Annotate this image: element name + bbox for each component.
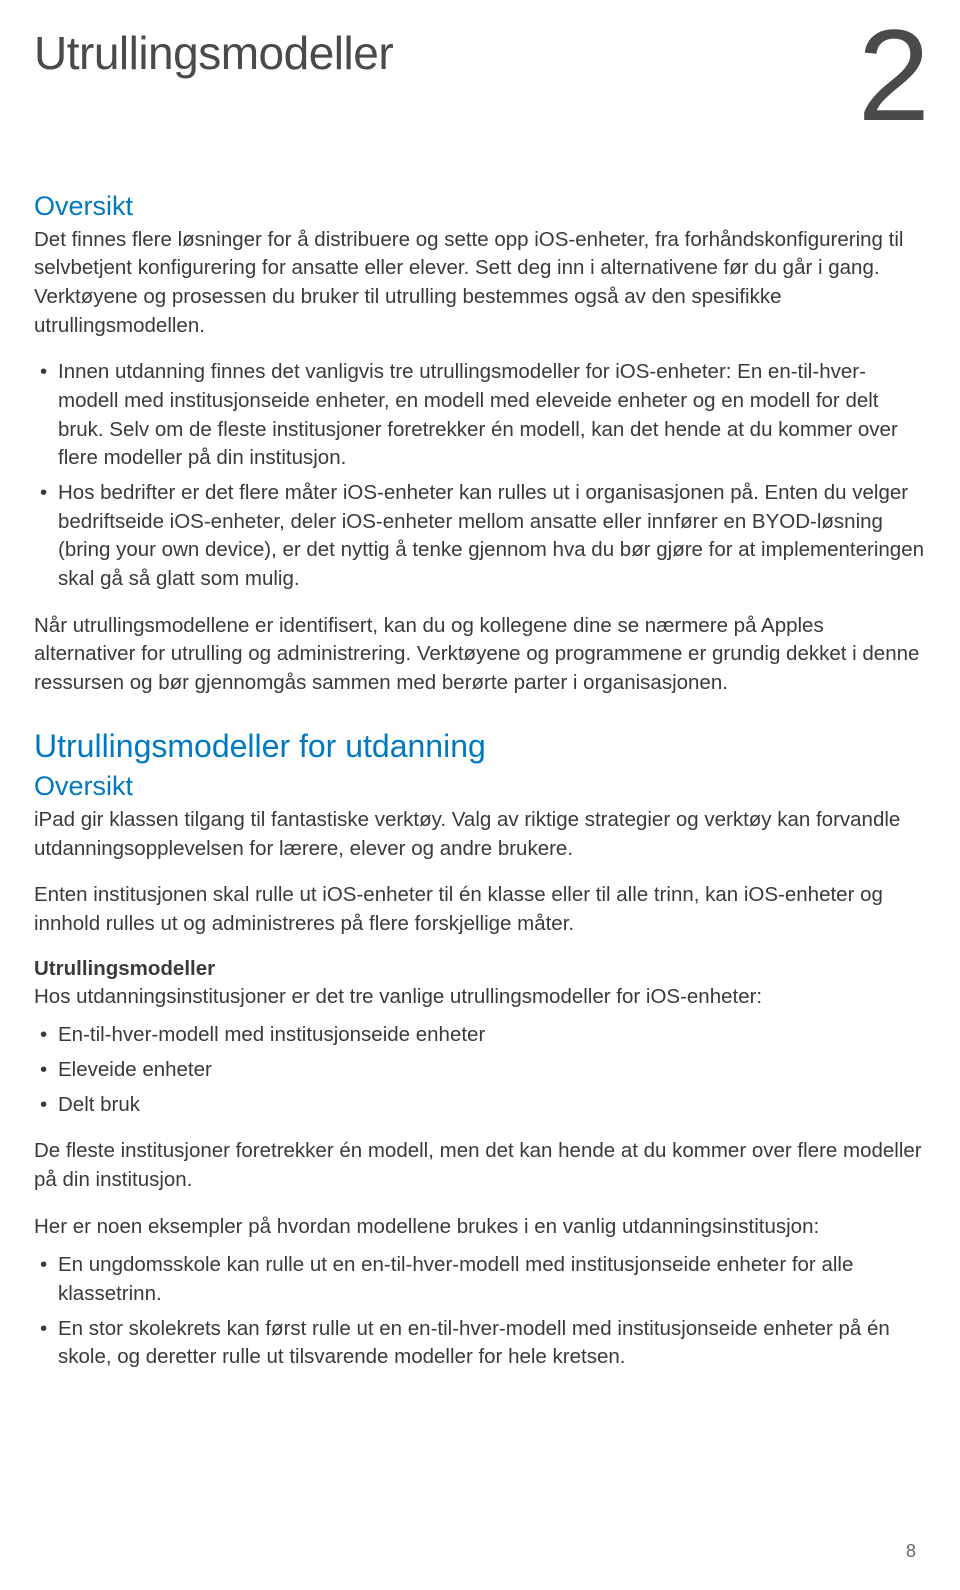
paragraph: De fleste institusjoner foretrekker én m…: [34, 1137, 926, 1194]
chapter-header: Utrullingsmodeller 2: [34, 20, 926, 131]
paragraph: iPad gir klassen tilgang til fantastiske…: [34, 806, 926, 863]
list-item: Delt bruk: [34, 1091, 926, 1120]
list-item: Innen utdanning finnes det vanligvis tre…: [34, 358, 926, 473]
list-item: Eleveide enheter: [34, 1056, 926, 1085]
page-number: 8: [906, 1541, 916, 1562]
list-item: En ungdomsskole kan rulle ut en en-til-h…: [34, 1251, 926, 1308]
chapter-title: Utrullingsmodeller: [34, 20, 393, 80]
paragraph: Når utrullingsmodellene er identifisert,…: [34, 612, 926, 698]
bullet-list-models: En-til-hver-modell med institusjonseide …: [34, 1021, 926, 1119]
section-subheading-oversikt: Oversikt: [34, 771, 926, 802]
list-item: Hos bedrifter er det flere måter iOS-enh…: [34, 479, 926, 594]
bullet-list-oversikt: Innen utdanning finnes det vanligvis tre…: [34, 358, 926, 594]
bullet-list-examples: En ungdomsskole kan rulle ut en en-til-h…: [34, 1251, 926, 1372]
list-item: En stor skolekrets kan først rulle ut en…: [34, 1315, 926, 1372]
subheading-utrullingsmodeller: Utrullingsmodeller: [34, 957, 926, 981]
section-heading-oversikt: Oversikt: [34, 191, 926, 222]
chapter-number: 2: [858, 20, 926, 131]
paragraph: Her er noen eksempler på hvordan modelle…: [34, 1213, 926, 1242]
list-item: En-til-hver-modell med institusjonseide …: [34, 1021, 926, 1050]
section-heading-utdanning: Utrullingsmodeller for utdanning: [34, 728, 926, 765]
paragraph: Det finnes flere løsninger for å distrib…: [34, 226, 926, 341]
paragraph: Hos utdanningsinstitusjoner er det tre v…: [34, 983, 926, 1012]
paragraph: Enten institusjonen skal rulle ut iOS-en…: [34, 881, 926, 938]
